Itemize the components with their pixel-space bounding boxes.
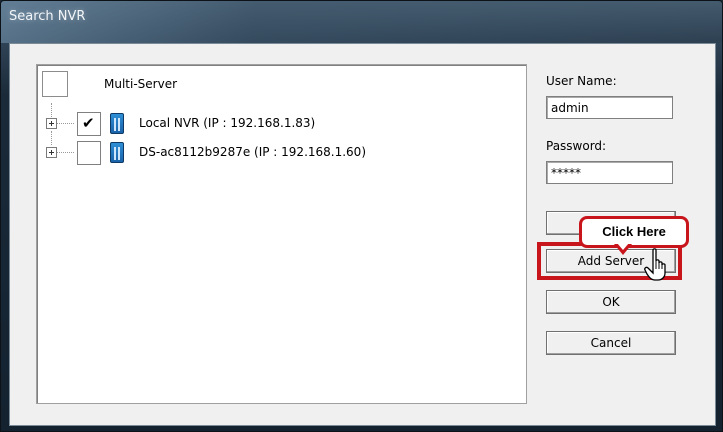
password-field[interactable]	[546, 161, 673, 184]
callout-pointer	[617, 243, 629, 250]
mouse-cursor-icon	[644, 248, 666, 281]
click-here-callout: Click Here	[579, 216, 689, 248]
nvr-icon	[110, 142, 124, 163]
username-label: User Name:	[546, 74, 617, 88]
dialog-client-area: Multi-Server Local NVR (IP : 192.168.1.8…	[9, 43, 716, 426]
tree-connector	[57, 152, 74, 153]
title-bar: Search NVR	[1, 1, 722, 43]
expand-icon[interactable]	[46, 147, 57, 158]
local-nvr-checkbox[interactable]	[77, 112, 101, 136]
username-field[interactable]	[546, 96, 673, 119]
nvr-icon	[110, 113, 124, 134]
tree-node-label: Local NVR (IP : 192.168.1.83)	[139, 116, 316, 130]
tree-node-local-nvr[interactable]: Local NVR (IP : 192.168.1.83)	[37, 110, 517, 138]
tree-connector	[57, 123, 74, 124]
tree-node-ds-ac8112b9287e[interactable]: DS-ac8112b9287e (IP : 192.168.1.60)	[37, 139, 517, 167]
password-label: Password:	[546, 139, 607, 153]
multi-server-label: Multi-Server	[104, 77, 178, 91]
expand-icon[interactable]	[46, 118, 57, 129]
ok-button[interactable]: OK	[546, 290, 676, 314]
server-tree[interactable]: Multi-Server Local NVR (IP : 192.168.1.8…	[36, 64, 527, 404]
tree-node-label: DS-ac8112b9287e (IP : 192.168.1.60)	[139, 145, 366, 159]
multi-server-checkbox[interactable]	[42, 71, 68, 97]
search-nvr-dialog: Search NVR Multi-Server Local NVR (IP : …	[0, 0, 723, 432]
window-title: Search NVR	[9, 9, 86, 24]
ds-nvr-checkbox[interactable]	[77, 141, 101, 165]
cancel-button[interactable]: Cancel	[546, 331, 676, 355]
